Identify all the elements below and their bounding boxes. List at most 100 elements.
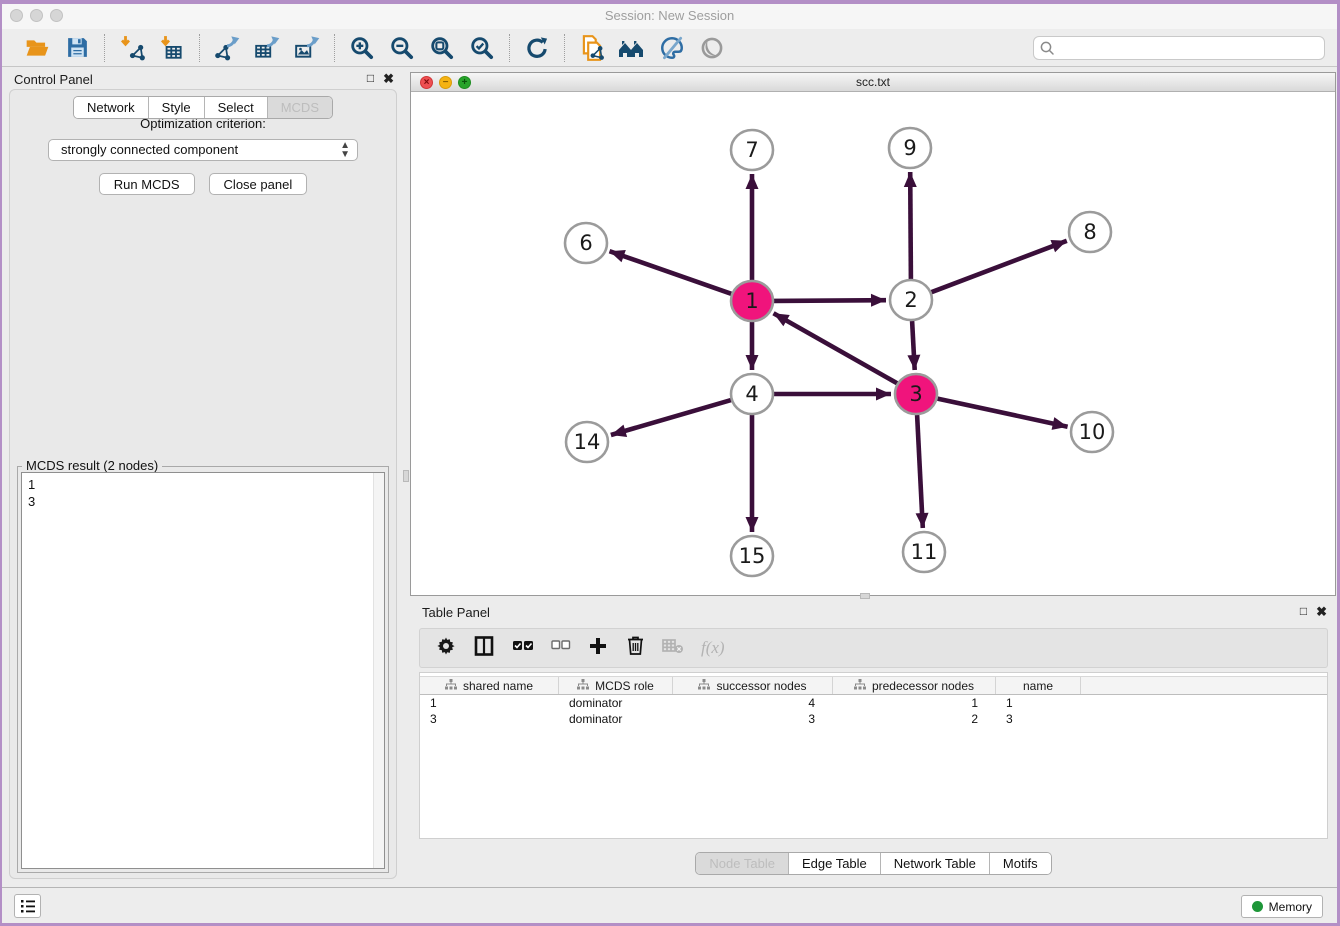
network-canvas[interactable]: 7 9 6 8 1 2 4 3 14 10 15 11 (411, 92, 1335, 595)
table-panel: Table Panel □ ✖ f(x) shared nameMCDS rol… (410, 600, 1337, 887)
optimization-criterion-value: strongly connected component (61, 142, 238, 157)
first-neighbors-button[interactable] (618, 34, 646, 62)
search-input[interactable] (1033, 36, 1325, 60)
export-table-button[interactable] (253, 34, 281, 62)
graph-node-2[interactable]: 2 (890, 280, 932, 320)
function-button[interactable]: f(x) (701, 636, 725, 660)
select-all-button[interactable] (512, 636, 534, 660)
eye-button[interactable] (698, 34, 726, 62)
select-stepper-icon: ▲▼ (340, 141, 350, 159)
copy-network-button[interactable] (578, 34, 606, 62)
graph-edge-4-14[interactable] (611, 400, 731, 435)
column-header-successor-nodes[interactable]: successor nodes (673, 677, 833, 694)
graph-edge-2-8[interactable] (931, 241, 1066, 292)
delete-button[interactable] (625, 636, 645, 660)
mcds-result-text[interactable]: 1 3 (21, 472, 385, 869)
cell-name[interactable]: 1 (996, 695, 1081, 711)
export-network-icon (214, 35, 240, 61)
tab-style[interactable]: Style (148, 97, 204, 118)
cell-name[interactable]: 3 (996, 711, 1081, 727)
zoom-fit-button[interactable] (428, 34, 456, 62)
column-header-MCDS-role[interactable]: MCDS role (559, 677, 673, 694)
refresh-layout-button[interactable] (523, 34, 551, 62)
tab-select[interactable]: Select (204, 97, 267, 118)
graph-edge-3-11[interactable] (917, 415, 923, 528)
cell-predecessor-nodes[interactable]: 2 (833, 711, 996, 727)
result-scrollbar[interactable] (373, 473, 384, 868)
tab-network[interactable]: Network (74, 97, 148, 118)
vertical-splitter-handle[interactable] (403, 470, 409, 482)
gear-button[interactable] (436, 636, 456, 660)
graph-node-14[interactable]: 14 (566, 422, 608, 462)
graph-edge-1-2[interactable] (774, 300, 886, 301)
cell-predecessor-nodes[interactable]: 1 (833, 695, 996, 711)
float-panel-icon[interactable]: □ (367, 71, 374, 87)
column-header-shared-name[interactable]: shared name (420, 677, 559, 694)
graph-node-7[interactable]: 7 (731, 130, 773, 170)
zoom-selected-button[interactable] (468, 34, 496, 62)
paint-off-button[interactable] (658, 34, 686, 62)
save-session-button[interactable] (63, 34, 91, 62)
table-close-panel-icon[interactable]: ✖ (1316, 604, 1327, 620)
toolbar-group (509, 34, 564, 62)
graph-node-6[interactable]: 6 (565, 223, 607, 263)
deselect-all-button[interactable] (551, 636, 571, 660)
close-panel-icon[interactable]: ✖ (383, 71, 394, 87)
graph-edge-3-1[interactable] (774, 313, 898, 383)
import-network-button[interactable] (118, 34, 146, 62)
add-button[interactable] (588, 636, 608, 660)
column-label: name (1023, 679, 1053, 693)
graph-edge-3-10[interactable] (938, 399, 1068, 427)
memory-button[interactable]: Memory (1241, 895, 1323, 918)
cell-MCDS-role[interactable]: dominator (559, 695, 673, 711)
tab-motifs[interactable]: Motifs (989, 853, 1051, 874)
graph-node-9[interactable]: 9 (889, 128, 931, 168)
zoom-out-button[interactable] (388, 34, 416, 62)
tab-edge-table[interactable]: Edge Table (788, 853, 880, 874)
gear-icon (436, 636, 456, 661)
cell-shared-name[interactable]: 1 (420, 695, 559, 711)
graph-node-1[interactable]: 1 (731, 281, 773, 321)
add-icon (588, 636, 608, 661)
graph-node-4[interactable]: 4 (731, 374, 773, 414)
show-panels-button[interactable] (14, 894, 41, 918)
column-header-predecessor-nodes[interactable]: predecessor nodes (833, 677, 996, 694)
graph-edge-2-9[interactable] (910, 172, 911, 279)
close-panel-button[interactable]: Close panel (209, 173, 308, 195)
run-mcds-button[interactable]: Run MCDS (99, 173, 195, 195)
delete-table-button[interactable] (662, 636, 684, 660)
columns-button[interactable] (473, 636, 495, 660)
export-image-button[interactable] (293, 34, 321, 62)
table-row[interactable]: 3dominator323 (420, 711, 1327, 727)
copy-network-icon (579, 34, 606, 62)
export-network-button[interactable] (213, 34, 241, 62)
graph-edge-1-6[interactable] (610, 251, 732, 294)
tab-mcds[interactable]: MCDS (267, 97, 332, 118)
cell-successor-nodes[interactable]: 4 (673, 695, 833, 711)
zoom-selected-icon (469, 35, 495, 61)
horizontal-splitter-handle[interactable] (860, 593, 870, 599)
table-row[interactable]: 1dominator411 (420, 695, 1327, 711)
graph-edge-2-3[interactable] (912, 321, 915, 370)
first-neighbors-icon (617, 36, 647, 60)
open-session-button[interactable] (23, 34, 51, 62)
column-header-name[interactable]: name (996, 677, 1081, 694)
tab-network-table[interactable]: Network Table (880, 853, 989, 874)
graph-node-8[interactable]: 8 (1069, 212, 1111, 252)
function-icon: f(x) (701, 638, 725, 658)
graph-node-15[interactable]: 15 (731, 536, 773, 576)
import-table-button[interactable] (158, 34, 186, 62)
tree-icon (577, 679, 589, 693)
toolbar-group (10, 34, 104, 62)
graph-node-10[interactable]: 10 (1071, 412, 1113, 452)
cell-shared-name[interactable]: 3 (420, 711, 559, 727)
zoom-in-button[interactable] (348, 34, 376, 62)
zoom-out-icon (389, 35, 415, 61)
cell-MCDS-role[interactable]: dominator (559, 711, 673, 727)
cell-successor-nodes[interactable]: 3 (673, 711, 833, 727)
graph-node-11[interactable]: 11 (903, 532, 945, 572)
optimization-criterion-select[interactable]: strongly connected component ▲▼ (48, 139, 358, 161)
tab-node-table[interactable]: Node Table (696, 853, 788, 874)
graph-node-3[interactable]: 3 (895, 374, 937, 414)
table-float-panel-icon[interactable]: □ (1300, 604, 1307, 620)
